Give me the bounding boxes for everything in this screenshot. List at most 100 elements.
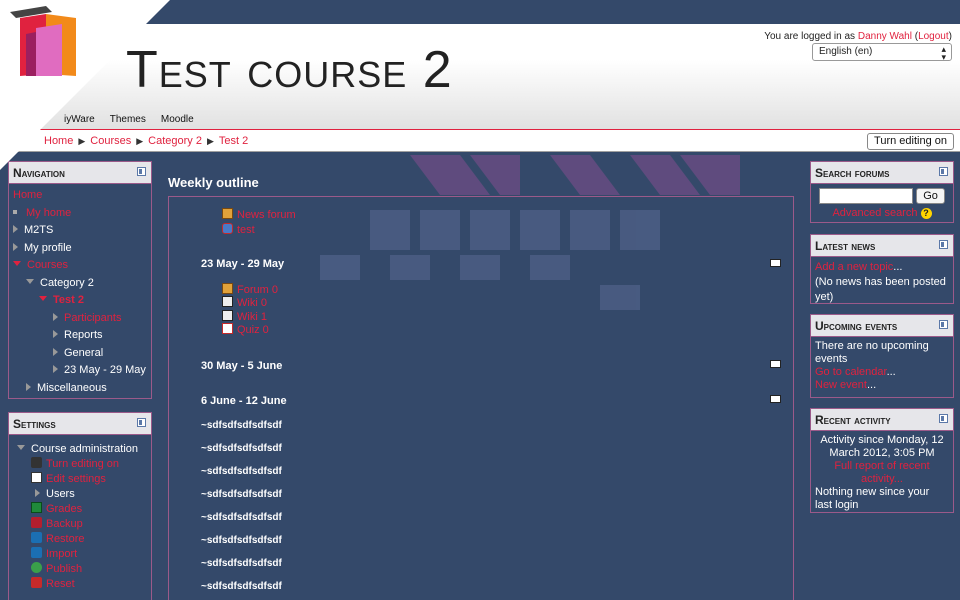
nav-item-course[interactable]: Test 2 [13,292,147,310]
dock-icon[interactable] [137,418,146,427]
activity-label[interactable]: Wiki 1 [237,311,267,323]
nav-item-week[interactable]: 23 May - 29 May [13,362,147,380]
section-summary: ~sdfsdfsdfsdfsdf [201,443,282,454]
show-only-week-icon[interactable] [770,395,781,403]
settings-course-administration[interactable]: Course administration [13,441,147,456]
settings-item-label[interactable]: Publish [46,563,82,575]
nav-item-label: My profile [24,241,72,254]
language-select[interactable]: English (en) ▴ ▾ [812,43,952,62]
nav-item-label[interactable]: Test 2 [53,294,84,306]
help-icon[interactable]: ? [920,208,932,219]
nav-item-label: 23 May - 29 May [64,364,146,376]
nav-item-label[interactable]: Participants [64,312,121,324]
new-event-link[interactable]: New event [815,379,867,391]
activity-label[interactable]: Quiz 0 [237,324,269,336]
nav-item-label: M2TS [24,224,54,236]
nav-item-label[interactable]: Courses [27,259,68,271]
full-report-link[interactable]: Full report of recent activity... [834,460,929,485]
login-prefix: You are logged in as [764,31,856,42]
dock-icon[interactable] [939,414,948,423]
activity-wiki-1[interactable]: Wiki 1 [222,310,267,323]
latest-news-body: Add a new topic... (No news has been pos… [811,257,953,308]
week-heading: 6 June - 12 June [201,395,287,407]
settings-item-label[interactable]: Grades [46,503,82,515]
activity-label[interactable]: Forum 0 [237,284,278,296]
nav-item-courses[interactable]: Courses [13,257,147,275]
nav-item-category[interactable]: Category 2 [13,275,147,293]
settings-import[interactable]: Import [13,546,147,561]
calendar-link[interactable]: Go to calendar [815,366,887,378]
section-summary: ~sdfsdfsdfsdfsdf [201,535,282,546]
section-summary: ~sdfsdfsdfsdfsdf [201,489,282,500]
settings-block-header: Settings [9,413,151,435]
backup-icon [31,517,42,528]
calendar-ellipsis: ... [886,366,896,378]
show-only-week-icon[interactable] [770,360,781,368]
show-only-week-icon[interactable] [770,259,781,267]
nav-item-my-home[interactable]: My home [13,205,147,223]
breadcrumb-course[interactable]: Test 2 [219,135,248,147]
activity-quiz-0[interactable]: Quiz 0 [222,323,269,336]
settings-backup[interactable]: Backup [13,516,147,531]
settings-grades[interactable]: Grades [13,501,147,516]
upcoming-events-block: Upcoming events There are no upcoming ev… [810,314,954,398]
settings-turn-editing-on[interactable]: Turn editing on [13,456,147,471]
collapse-arrow-icon [26,278,34,284]
settings-item-label: Course administration [31,443,138,455]
reset-icon [31,577,42,588]
document-icon [31,472,42,483]
nav-item-label: Category 2 [40,276,94,289]
settings-item-label[interactable]: Import [46,548,77,560]
activity-label[interactable]: Wiki 0 [237,297,267,309]
settings-item-label[interactable]: Turn editing on [46,458,119,470]
dock-icon[interactable] [939,240,948,249]
nav-item-my-profile[interactable]: My profile [13,240,147,258]
activity-forum-0[interactable]: Forum 0 [222,283,278,296]
nav-item-label[interactable]: My home [26,207,71,219]
nav-item-label[interactable]: Home [13,189,42,201]
settings-edit-settings[interactable]: Edit settings [13,471,147,486]
turn-editing-on-button[interactable]: Turn editing on [867,133,954,150]
activity-since-text: Activity since Monday, 12 March 2012, 3:… [820,434,944,459]
dock-icon[interactable] [939,320,948,329]
activity-news-forum[interactable]: News forum [222,208,296,221]
nav-item-m2ts[interactable]: M2TS [13,222,147,240]
settings-item-label[interactable]: Reset [46,578,75,590]
settings-publish[interactable]: Publish [13,561,147,576]
latest-news-title: Latest news [815,239,876,253]
add-topic-link[interactable]: Add a new topic [815,261,893,273]
expand-arrow-icon [53,312,58,321]
settings-item-label[interactable]: Restore [46,533,85,545]
nav-item-home[interactable]: Home [13,187,147,205]
settings-reset[interactable]: Reset [13,576,147,591]
activity-label[interactable]: test [237,224,255,236]
settings-users[interactable]: Users [13,486,147,501]
expand-arrow-icon [53,365,58,373]
bullet-icon [13,209,17,214]
activity-test[interactable]: test [222,223,255,236]
nothing-new-text: Nothing new since your last login [815,486,930,511]
upcoming-events-title: Upcoming events [815,319,898,333]
settings-restore[interactable]: Restore [13,531,147,546]
nav-item-miscellaneous[interactable]: Miscellaneous [13,380,147,398]
search-input[interactable] [819,188,914,204]
nav-item-general[interactable]: General [13,345,147,363]
settings-item-label[interactable]: Backup [46,518,83,530]
settings-item-label[interactable]: Edit settings [46,473,106,485]
breadcrumb-separator-icon: ▶ [206,136,214,146]
collapse-arrow-icon [39,296,47,301]
dock-icon[interactable] [939,167,948,176]
user-link[interactable]: Danny Wahl [858,31,912,42]
forum-icon [222,283,233,294]
advanced-search-link[interactable]: Advanced search [832,207,917,219]
week-heading: 30 May - 5 June [201,360,283,372]
section-summary: ~sdfsdfsdfsdfsdf [201,512,282,523]
weekly-outline-title: Weekly outline [168,175,259,190]
activity-wiki-0[interactable]: Wiki 0 [222,296,267,309]
logout-link[interactable]: Logout [918,31,949,42]
search-go-button[interactable]: Go [916,188,945,204]
nav-item-reports[interactable]: Reports [13,327,147,345]
grades-icon [31,502,42,513]
nav-item-participants[interactable]: Participants [13,310,147,328]
activity-label[interactable]: News forum [237,209,296,221]
